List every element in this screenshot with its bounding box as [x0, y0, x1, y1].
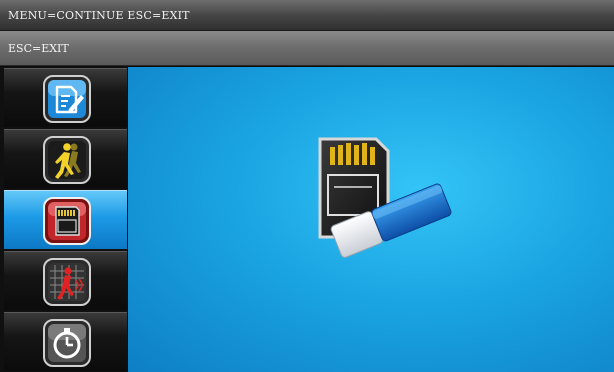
- title-bar: MENU=CONTINUE ESC=EXIT: [0, 0, 614, 31]
- sidebar-item-edit[interactable]: [4, 68, 127, 127]
- sidebar-item-motion-grid[interactable]: [4, 251, 127, 310]
- sub-header-bar: ESC=EXIT: [0, 31, 614, 66]
- sidebar: [0, 67, 128, 372]
- key-hint-esc: ESC=EXIT: [8, 42, 69, 55]
- motion-grid-alarm-icon: [43, 258, 91, 306]
- sd-card-icon: [43, 197, 91, 245]
- sidebar-item-timer[interactable]: [4, 312, 127, 371]
- timer-icon: [43, 319, 91, 367]
- sidebar-item-motion[interactable]: [4, 129, 127, 188]
- main-panel: [128, 67, 614, 372]
- sidebar-item-sd-card[interactable]: [4, 190, 127, 249]
- sd-card-eraser-icon: [318, 137, 452, 258]
- key-hint-menu-esc: MENU=CONTINUE ESC=EXIT: [8, 9, 190, 22]
- motion-person-icon: [43, 136, 91, 184]
- edit-note-icon: [43, 75, 91, 123]
